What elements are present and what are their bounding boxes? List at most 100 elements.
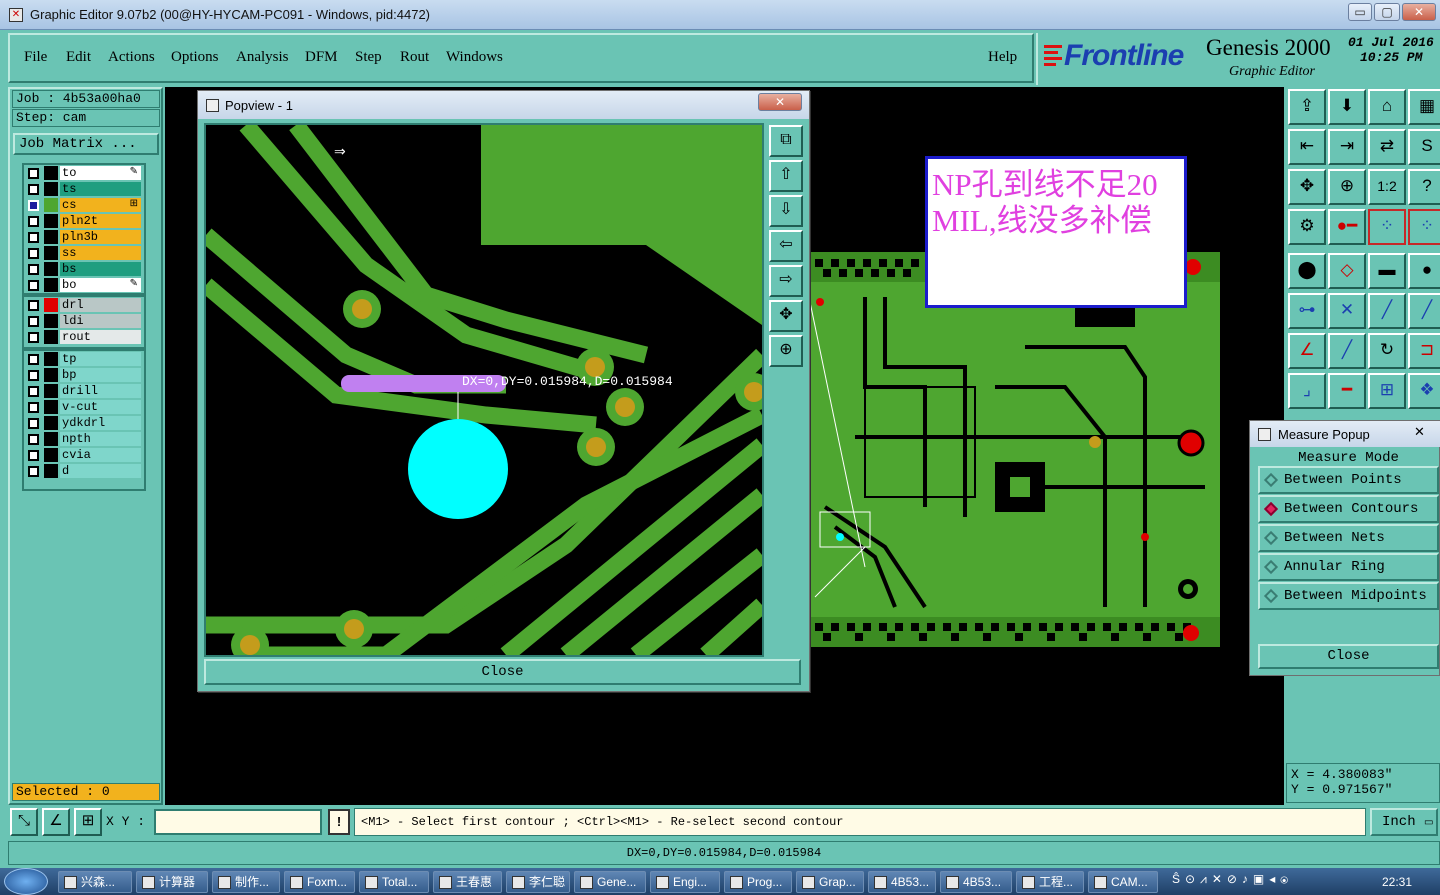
- layer-checkbox[interactable]: [28, 354, 39, 365]
- option-annular-ring[interactable]: Annular Ring: [1258, 553, 1439, 581]
- pv-pan-up-icon[interactable]: ⇧: [769, 160, 803, 192]
- menu-dfm[interactable]: DFM: [305, 49, 338, 66]
- taskbar-item[interactable]: 4B53...: [940, 871, 1012, 893]
- zoom-fit-icon[interactable]: ✥: [1288, 169, 1326, 205]
- bracket-icon[interactable]: ⊐: [1408, 333, 1440, 369]
- menu-step[interactable]: Step: [355, 49, 382, 66]
- pv-pan-right-icon[interactable]: ⇨: [769, 265, 803, 297]
- popview-close-button[interactable]: Close: [204, 659, 801, 685]
- layer-row-v-cut[interactable]: v-cut: [24, 399, 144, 415]
- menu-analysis[interactable]: Analysis: [236, 49, 289, 66]
- layer-row-ydkdrl[interactable]: ydkdrl: [24, 415, 144, 431]
- warning-icon[interactable]: !: [328, 809, 350, 835]
- layer-checkbox[interactable]: [28, 332, 39, 343]
- layer-row-bo[interactable]: bo ✎: [24, 277, 144, 293]
- layer-row-rout[interactable]: rout: [24, 329, 144, 345]
- zoom-center-icon[interactable]: ⊕: [1328, 169, 1366, 205]
- option-between-contours[interactable]: Between Contours: [1258, 495, 1439, 523]
- layer-row-ss[interactable]: ss: [24, 245, 144, 261]
- taskbar-item[interactable]: CAM...: [1088, 871, 1158, 893]
- layer-checkbox[interactable]: [28, 168, 39, 179]
- layer-row-tp[interactable]: tp: [24, 351, 144, 367]
- pv-zoom-window-icon[interactable]: ⧉: [769, 125, 803, 157]
- close-window-button[interactable]: ✕: [1402, 3, 1436, 21]
- angle-icon[interactable]: ∠: [1288, 333, 1326, 369]
- s-curve-icon[interactable]: S: [1408, 129, 1440, 165]
- layer-checkbox[interactable]: [28, 184, 39, 195]
- option-between-midpoints[interactable]: Between Midpoints: [1258, 582, 1439, 610]
- corner-icon[interactable]: ⌟: [1288, 373, 1326, 409]
- layer-row-bp[interactable]: bp: [24, 367, 144, 383]
- taskbar-item[interactable]: Engi...: [650, 871, 720, 893]
- layer-checkbox[interactable]: [28, 264, 39, 275]
- grid-points-icon[interactable]: ⁘: [1368, 209, 1406, 245]
- layer-row-ts[interactable]: ts: [24, 181, 144, 197]
- pv-pan-down-icon[interactable]: ⇩: [769, 195, 803, 227]
- option-between-nets[interactable]: Between Nets: [1258, 524, 1439, 552]
- layer-checkbox[interactable]: [28, 386, 39, 397]
- center-box-icon[interactable]: ⊞: [1368, 373, 1406, 409]
- move-left-icon[interactable]: ⇤: [1288, 129, 1326, 165]
- layer-checkbox[interactable]: [28, 200, 39, 211]
- grid-icon[interactable]: ▦: [1408, 89, 1440, 125]
- layer-row-pln2t[interactable]: pln2t: [24, 213, 144, 229]
- shapes-icon[interactable]: ❖: [1408, 373, 1440, 409]
- menu-file[interactable]: File: [24, 49, 47, 66]
- home-icon[interactable]: ⌂: [1368, 89, 1406, 125]
- taskbar-item[interactable]: 王春惠: [433, 871, 502, 893]
- menu-windows[interactable]: Windows: [446, 49, 503, 66]
- dash-icon[interactable]: ━: [1328, 373, 1366, 409]
- menu-edit[interactable]: Edit: [66, 49, 91, 66]
- open-tool-icon[interactable]: ⇪: [1288, 89, 1326, 125]
- start-button[interactable]: [4, 868, 48, 895]
- layer-row-bs[interactable]: bs: [24, 261, 144, 277]
- job-matrix-button[interactable]: Job Matrix ...: [13, 133, 159, 155]
- help-icon[interactable]: ?: [1408, 169, 1440, 205]
- measure-close-icon[interactable]: ✕: [1414, 424, 1425, 440]
- taskbar-item[interactable]: 制作...: [212, 871, 280, 893]
- ruler-icon[interactable]: ▬: [1368, 253, 1406, 289]
- cross-icon[interactable]: ✕: [1328, 293, 1366, 329]
- layer-row-cs[interactable]: cs ⊞: [24, 197, 144, 213]
- scale-1-2-icon[interactable]: 1:2: [1368, 169, 1406, 205]
- layer-checkbox[interactable]: [28, 402, 39, 413]
- net-icon[interactable]: ⊶: [1288, 293, 1326, 329]
- layer-checkbox[interactable]: [28, 248, 39, 259]
- taskbar-item[interactable]: Prog...: [724, 871, 792, 893]
- taskbar-item[interactable]: 工程...: [1016, 871, 1084, 893]
- layer-checkbox[interactable]: [28, 216, 39, 227]
- layer-row-to[interactable]: to ✎: [24, 165, 144, 181]
- pv-zoom-center-icon[interactable]: ⊕: [769, 335, 803, 367]
- grid-tool-icon[interactable]: ⊞: [74, 808, 102, 836]
- layer-row-drill[interactable]: drill: [24, 383, 144, 399]
- layer-row-drl[interactable]: drl: [24, 297, 144, 313]
- popview-close-icon[interactable]: ✕: [758, 93, 802, 111]
- taskbar-item[interactable]: Grap...: [796, 871, 864, 893]
- taskbar-item[interactable]: 计算器: [136, 871, 208, 893]
- grid-points-2-icon[interactable]: ⁘: [1408, 209, 1440, 245]
- taskbar-item[interactable]: 兴森...: [58, 871, 132, 893]
- draw-shape-icon[interactable]: ◇: [1328, 253, 1366, 289]
- layer-checkbox[interactable]: [28, 280, 39, 291]
- save-tool-icon[interactable]: ⬇: [1328, 89, 1366, 125]
- pad-icon[interactable]: ⬤: [1288, 253, 1326, 289]
- layer-checkbox[interactable]: [28, 316, 39, 327]
- layer-checkbox[interactable]: [28, 232, 39, 243]
- layer-checkbox[interactable]: [28, 434, 39, 445]
- swap-icon[interactable]: ⇄: [1368, 129, 1406, 165]
- maximize-button[interactable]: ▢: [1374, 3, 1400, 21]
- layer-checkbox[interactable]: [28, 300, 39, 311]
- arc-icon[interactable]: ↻: [1368, 333, 1406, 369]
- settings-tool-icon[interactable]: ⚙: [1288, 209, 1326, 245]
- menu-help[interactable]: Help: [988, 49, 1017, 66]
- menu-rout[interactable]: Rout: [400, 49, 429, 66]
- snap-tool-icon[interactable]: ⤡: [10, 808, 38, 836]
- pv-zoom-fit-icon[interactable]: ✥: [769, 300, 803, 332]
- menu-options[interactable]: Options: [171, 49, 219, 66]
- measure-close-button[interactable]: Close: [1258, 644, 1439, 669]
- menu-actions[interactable]: Actions: [108, 49, 155, 66]
- layer-checkbox[interactable]: [28, 450, 39, 461]
- taskbar-item[interactable]: Total...: [359, 871, 429, 893]
- layer-checkbox[interactable]: [28, 370, 39, 381]
- angle-tool-icon[interactable]: ∠: [42, 808, 70, 836]
